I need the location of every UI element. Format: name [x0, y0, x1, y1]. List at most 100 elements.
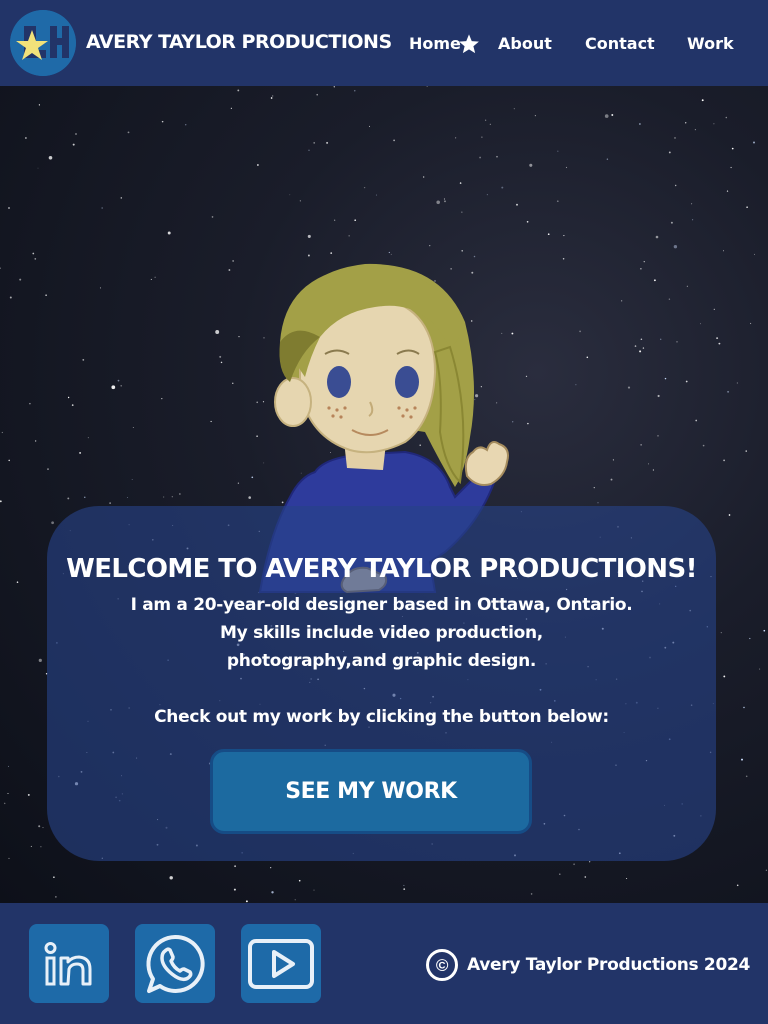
star-dot: [126, 496, 128, 498]
star-dot: [423, 176, 425, 178]
welcome-title: WELCOME TO AVERY TAYLOR PRODUCTIONS!: [66, 554, 697, 584]
star-dot: [736, 884, 739, 887]
star-dot: [53, 876, 55, 878]
star-dot: [639, 350, 642, 353]
star-dot: [298, 879, 301, 882]
star-dot: [745, 775, 748, 778]
star-dot: [746, 206, 748, 209]
star-dot: [271, 95, 274, 97]
nav-about[interactable]: About: [498, 34, 552, 53]
star-dot: [700, 323, 701, 325]
star-dot: [8, 207, 10, 209]
star-dot: [38, 658, 42, 662]
brand-name[interactable]: AVERY TAYLOR PRODUCTIONS: [86, 31, 392, 53]
star-dot: [45, 294, 47, 296]
star-dot: [32, 252, 35, 255]
star-dot: [55, 896, 57, 898]
star-dot: [670, 221, 673, 224]
star-dot: [84, 496, 86, 498]
star-dot: [759, 668, 761, 670]
star-dot: [513, 108, 515, 110]
star-dot: [691, 203, 693, 205]
star-dot: [741, 758, 743, 761]
star-dot: [131, 479, 133, 480]
star-dot: [713, 123, 715, 125]
star-dot: [547, 233, 550, 236]
star-dot: [443, 198, 445, 200]
star-dot: [685, 380, 688, 383]
star-dot: [42, 827, 44, 829]
star-dot: [730, 166, 732, 169]
star-dot: [228, 269, 231, 271]
star-dot: [87, 437, 89, 439]
star-dot: [496, 155, 498, 158]
star-dot: [8, 857, 10, 859]
star-dot: [634, 345, 637, 347]
star-dot: [47, 468, 49, 470]
star-dot: [668, 298, 671, 300]
star-dot: [38, 104, 41, 106]
star-dot: [3, 802, 6, 805]
star-dot: [725, 116, 728, 119]
hero-section: WELCOME TO AVERY TAYLOR PRODUCTIONS! I a…: [0, 86, 768, 903]
star-dot: [565, 166, 568, 169]
star-dot: [330, 252, 333, 254]
star-dot: [354, 90, 356, 92]
star-dot: [626, 877, 628, 880]
whatsapp-link[interactable]: [135, 924, 215, 1003]
star-dot: [101, 207, 103, 209]
star-dot: [611, 114, 614, 116]
copyright: © Avery Taylor Productions 2024: [425, 948, 750, 982]
star-dot: [117, 379, 120, 382]
star-dot: [657, 435, 659, 437]
nav-home[interactable]: Home: [409, 34, 461, 53]
copyright-icon: ©: [426, 949, 458, 981]
star-dot: [109, 502, 111, 504]
star-dot: [749, 637, 751, 640]
star-dot: [461, 250, 463, 252]
nav-work[interactable]: Work: [687, 34, 734, 53]
star-dot: [593, 486, 595, 489]
star-dot: [230, 107, 232, 109]
star-dot: [7, 792, 9, 795]
brand-logo[interactable]: [10, 10, 76, 76]
nav-contact[interactable]: Contact: [585, 34, 655, 53]
star-dot: [171, 496, 173, 498]
youtube-link[interactable]: [241, 924, 321, 1003]
star-dot: [534, 115, 536, 117]
linkedin-link[interactable]: [29, 924, 109, 1003]
star-dot: [563, 235, 565, 237]
star-dot: [25, 137, 27, 139]
star-dot: [75, 133, 77, 135]
star-dot: [589, 861, 591, 863]
star-dot: [652, 469, 654, 471]
star-dot: [37, 167, 39, 169]
star-dot: [270, 97, 273, 99]
star-dot: [363, 186, 366, 189]
youtube-icon: [248, 938, 314, 989]
star-dot: [251, 476, 254, 479]
star-dot: [16, 581, 19, 583]
star-dot: [8, 459, 10, 462]
star-dot: [403, 884, 405, 886]
star-dot: [573, 863, 575, 866]
star-dot: [9, 296, 12, 299]
star-dot: [527, 422, 529, 425]
star-dot: [232, 260, 234, 262]
star-dot: [610, 478, 613, 481]
star-dot: [233, 888, 236, 891]
star-dot: [653, 279, 656, 282]
star-dot: [686, 285, 688, 287]
star-dot: [701, 99, 704, 102]
star-dot: [313, 889, 315, 891]
star-dot: [713, 308, 715, 310]
star-dot: [612, 459, 614, 461]
see-my-work-button[interactable]: SEE MY WORK: [210, 749, 532, 834]
star-dot: [723, 250, 724, 252]
star-dot: [234, 865, 237, 868]
star-dot: [0, 267, 2, 269]
star-dot: [657, 394, 660, 398]
star-dot: [35, 440, 37, 442]
star-dot: [19, 278, 22, 281]
star-dot: [0, 500, 2, 503]
